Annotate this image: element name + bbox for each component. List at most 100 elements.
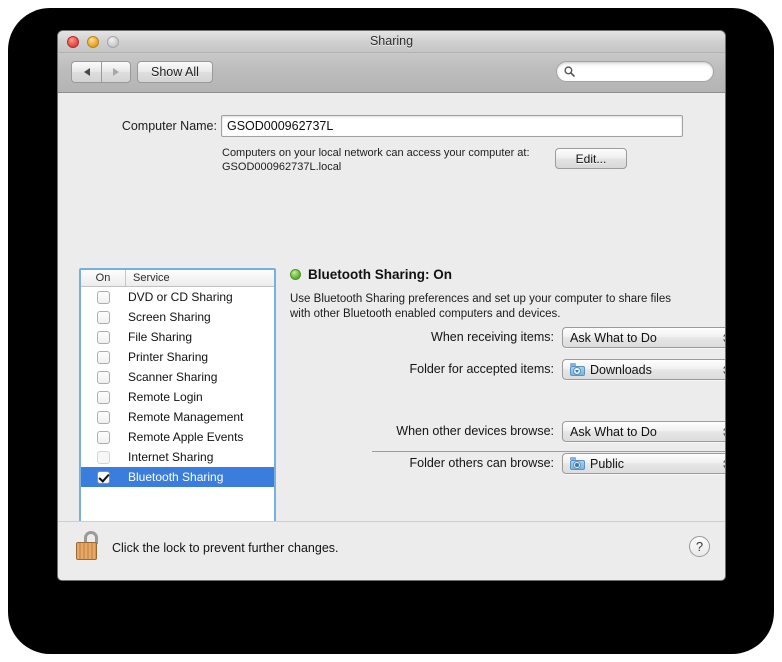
popup-value: Ask What to Do	[570, 330, 657, 345]
popup-value: Downloads	[590, 362, 652, 377]
back-button[interactable]	[71, 61, 101, 83]
popup-button-when-receiving-items[interactable]: Ask What to Do	[562, 327, 725, 348]
local-hostname: GSOD000962737L.local	[222, 161, 342, 173]
service-row-bluetooth-sharing[interactable]: Bluetooth Sharing	[81, 467, 274, 487]
network-access-line: Computers on your local network can acce…	[222, 147, 530, 159]
help-button[interactable]: ?	[689, 536, 710, 557]
popup-stepper-icon	[723, 426, 725, 437]
popup-button-folder-for-accepted-items[interactable]: Downloads	[562, 359, 725, 380]
field-label: Folder for accepted items:	[409, 362, 554, 376]
popup-button-when-other-devices-browse[interactable]: Ask What to Do	[562, 421, 725, 442]
column-header-on: On	[95, 272, 111, 284]
service-checkbox-cell	[81, 290, 125, 304]
service-checkbox-cell	[81, 370, 125, 384]
service-checkbox-cell	[81, 330, 125, 344]
lock-message: Click the lock to prevent further change…	[112, 541, 339, 555]
navigation-buttons	[71, 61, 131, 83]
service-list-header: On Service	[81, 270, 274, 287]
service-label: Remote Apple Events	[128, 430, 244, 444]
section-divider	[372, 451, 725, 452]
edit-button[interactable]: Edit...	[555, 148, 627, 169]
lock-body-icon	[76, 542, 97, 560]
popup-value: Public	[590, 456, 625, 471]
service-checkbox-cell	[81, 470, 125, 484]
chevron-left-icon	[83, 68, 90, 76]
chevron-right-icon	[113, 68, 119, 76]
status-row: Bluetooth Sharing: On	[290, 265, 710, 283]
window-titlebar[interactable]: Sharing	[58, 31, 725, 53]
service-row-file-sharing[interactable]: File Sharing	[81, 327, 274, 347]
field-label: Folder others can browse:	[409, 456, 554, 470]
bottom-bar: Click the lock to prevent further change…	[58, 521, 725, 580]
service-checkbox[interactable]	[96, 390, 110, 404]
status-indicator-icon	[290, 268, 301, 280]
field-label: When other devices browse:	[396, 424, 554, 438]
popup-stepper-icon	[723, 332, 725, 343]
service-row-remote-login[interactable]: Remote Login	[81, 387, 274, 407]
service-label: Bluetooth Sharing	[128, 470, 224, 484]
service-checkbox[interactable]	[96, 450, 110, 464]
popup-stepper-icon	[723, 364, 725, 375]
service-list[interactable]: On Service DVD or CD Sharing Screen Shari…	[79, 268, 276, 555]
service-label: Internet Sharing	[128, 450, 214, 464]
field-row: Folder for accepted items: Downloads	[290, 359, 725, 380]
popup-value-wrap: Public	[563, 457, 624, 471]
service-checkbox[interactable]	[96, 370, 110, 384]
service-checkbox-cell	[81, 450, 125, 464]
service-label: DVD or CD Sharing	[128, 290, 233, 304]
service-row-remote-management[interactable]: Remote Management	[81, 407, 274, 427]
service-row-dvd-or-cd-sharing[interactable]: DVD or CD Sharing	[81, 287, 274, 307]
popup-value: Ask What to Do	[570, 424, 657, 439]
column-header-service: Service	[125, 270, 274, 286]
detail-description: Use Bluetooth Sharing preferences and se…	[290, 293, 671, 320]
field-row: When receiving items: Ask What to Do	[290, 327, 725, 348]
lock-button[interactable]	[75, 531, 105, 563]
service-checkbox[interactable]	[96, 430, 110, 444]
service-label: Screen Sharing	[128, 310, 211, 324]
service-row-remote-apple-events[interactable]: Remote Apple Events	[81, 427, 274, 447]
computer-name-description: Computers on your local network can acce…	[222, 146, 530, 174]
service-row-scanner-sharing[interactable]: Scanner Sharing	[81, 367, 274, 387]
sharing-preferences-window: Sharing Show All Computer Name: Compu	[57, 30, 726, 581]
popup-value-wrap: Ask What to Do	[563, 425, 657, 439]
service-checkbox-cell	[81, 410, 125, 424]
service-row-screen-sharing[interactable]: Screen Sharing	[81, 307, 274, 327]
preferences-content: Computer Name: Computers on your local n…	[58, 93, 725, 563]
popup-button-folder-others-can-browse[interactable]: Public	[562, 453, 725, 474]
service-checkbox-cell	[81, 350, 125, 364]
status-title: Bluetooth Sharing: On	[308, 266, 452, 282]
service-row-printer-sharing[interactable]: Printer Sharing	[81, 347, 274, 367]
field-row: When other devices browse: Ask What to Do	[290, 421, 725, 442]
field-label: When receiving items:	[431, 330, 554, 344]
service-checkbox[interactable]	[96, 290, 110, 304]
service-checkbox[interactable]	[96, 470, 110, 484]
service-label: Printer Sharing	[128, 350, 209, 364]
popup-stepper-icon	[723, 458, 725, 469]
service-checkbox[interactable]	[96, 410, 110, 424]
service-rows: DVD or CD Sharing Screen Sharing File Shar…	[81, 287, 274, 487]
service-checkbox-cell	[81, 390, 125, 404]
service-row-internet-sharing[interactable]: Internet Sharing	[81, 447, 274, 467]
computer-name-label: Computer Name:	[121, 119, 217, 133]
popup-value-wrap: Ask What to Do	[563, 331, 657, 345]
search-field[interactable]	[556, 61, 714, 82]
service-checkbox-cell	[81, 430, 125, 444]
service-checkbox[interactable]	[96, 350, 110, 364]
window-title: Sharing	[369, 34, 414, 48]
popup-value-wrap: Downloads	[563, 363, 652, 377]
computer-name-input[interactable]	[221, 115, 683, 137]
service-checkbox-cell	[81, 310, 125, 324]
service-label: Scanner Sharing	[128, 370, 218, 384]
search-input[interactable]	[578, 64, 698, 79]
folder-public-icon	[570, 457, 585, 470]
field-row: Folder others can browse: Public	[290, 453, 725, 474]
service-checkbox[interactable]	[96, 330, 110, 344]
search-icon	[564, 66, 575, 77]
service-label: Remote Management	[128, 410, 244, 424]
service-checkbox[interactable]	[96, 310, 110, 324]
forward-button[interactable]	[101, 61, 131, 83]
folder-downloads-icon	[570, 363, 585, 376]
toolbar: Show All	[58, 53, 725, 93]
show-all-button[interactable]: Show All	[137, 61, 213, 83]
service-label: File Sharing	[128, 330, 193, 344]
